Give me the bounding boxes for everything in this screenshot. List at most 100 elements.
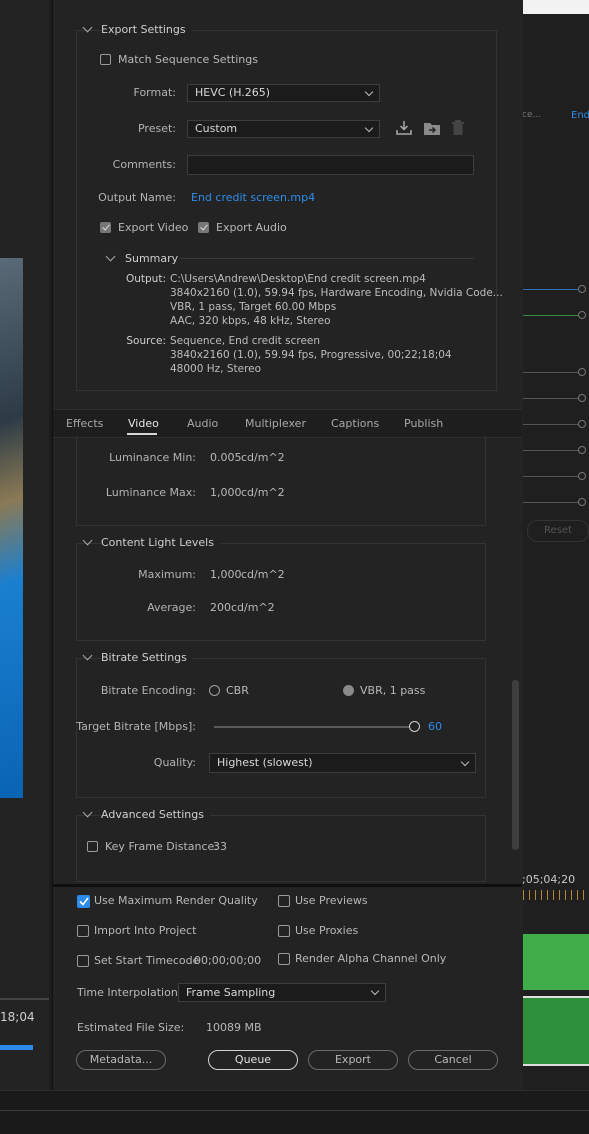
- chevron-down-icon: [370, 986, 380, 996]
- tab-effects[interactable]: Effects: [66, 417, 103, 430]
- timeline-tab-end[interactable]: End: [571, 110, 589, 121]
- bitrate-encoding-label: Bitrate Encoding:: [100, 684, 196, 697]
- delete-preset-icon[interactable]: [451, 120, 465, 136]
- preset-dropdown[interactable]: Custom: [187, 120, 380, 138]
- effect-slider[interactable]: [523, 424, 579, 425]
- export-settings-title: Export Settings: [101, 23, 192, 36]
- cancel-button[interactable]: Cancel: [408, 1050, 498, 1070]
- use-proxies-label: Use Proxies: [295, 924, 359, 937]
- effect-slider[interactable]: [523, 398, 579, 399]
- target-bitrate-value[interactable]: 60: [428, 720, 442, 733]
- audio-clip[interactable]: [523, 934, 589, 990]
- render-alpha-checkbox[interactable]: [278, 953, 290, 965]
- scrollbar-thumb[interactable]: [512, 680, 519, 850]
- bitrate-title: Bitrate Settings: [101, 651, 193, 664]
- effect-slider-knob[interactable]: [578, 472, 586, 480]
- set-start-timecode-checkbox[interactable]: [77, 955, 89, 967]
- quality-dropdown[interactable]: Highest (slowest): [209, 753, 476, 773]
- time-interpolation-dropdown[interactable]: Frame Sampling: [178, 983, 386, 1002]
- summary-source-line: Sequence, End credit screen: [170, 335, 321, 347]
- max-value[interactable]: 1,000: [210, 568, 242, 581]
- export-button[interactable]: Export: [308, 1050, 398, 1070]
- summary-source-line: 3840x2160 (1.0), 59.94 fps, Progressive,…: [170, 349, 452, 361]
- file-size-label: Estimated File Size:: [77, 1021, 185, 1034]
- advanced-title: Advanced Settings: [101, 808, 210, 821]
- key-frame-checkbox[interactable]: [87, 841, 98, 852]
- luminance-min-value[interactable]: 0.005: [210, 451, 242, 464]
- target-bitrate-slider[interactable]: [214, 726, 414, 728]
- playback-progress: [0, 1045, 33, 1050]
- tab-captions[interactable]: Captions: [331, 417, 379, 430]
- effect-slider[interactable]: [523, 372, 579, 373]
- reset-button[interactable]: Reset: [527, 520, 589, 542]
- luminance-min-unit: cd/m^2: [241, 451, 285, 464]
- tab-multiplexer[interactable]: Multiplexer: [245, 417, 306, 430]
- average-unit: cd/m^2: [231, 601, 275, 614]
- comments-input[interactable]: [187, 155, 474, 175]
- metadata-button[interactable]: Metadata...: [76, 1050, 166, 1070]
- divider: [52, 884, 522, 887]
- effect-slider[interactable]: [523, 502, 579, 503]
- export-audio-checkbox[interactable]: [198, 222, 209, 233]
- tab-publish[interactable]: Publish: [404, 417, 443, 430]
- luminance-panel: [76, 436, 486, 526]
- start-timecode-value[interactable]: 00;00;00;00: [194, 954, 261, 967]
- effect-slider[interactable]: [523, 315, 579, 316]
- effect-slider-knob[interactable]: [578, 498, 586, 506]
- effect-slider-knob[interactable]: [578, 420, 586, 428]
- format-dropdown[interactable]: HEVC (H.265): [187, 84, 380, 102]
- use-previews-checkbox[interactable]: [278, 895, 290, 907]
- tab-audio[interactable]: Audio: [187, 417, 218, 430]
- summary-title: Summary: [125, 252, 179, 265]
- content-light-title: Content Light Levels: [101, 536, 220, 549]
- video-preview: [0, 258, 23, 798]
- tab-video[interactable]: Video: [128, 417, 159, 430]
- effect-slider-knob[interactable]: [578, 311, 586, 319]
- target-bitrate-label: Target Bitrate [Mbps]:: [76, 720, 196, 733]
- use-max-render-label: Use Maximum Render Quality: [94, 894, 258, 907]
- vbr-radio[interactable]: [343, 685, 354, 696]
- use-proxies-checkbox[interactable]: [278, 925, 290, 937]
- output-name-link[interactable]: End credit screen.mp4: [191, 191, 315, 204]
- divider: [0, 998, 49, 1000]
- time-interpolation-value: Frame Sampling: [186, 986, 276, 999]
- effect-slider[interactable]: [523, 289, 579, 290]
- timeline-tab-short[interactable]: ce...: [522, 110, 541, 120]
- format-value: HEVC (H.265): [195, 86, 271, 99]
- chevron-down-icon: [364, 87, 374, 97]
- status-bar: [0, 1090, 589, 1134]
- export-video-label: Export Video: [118, 221, 189, 234]
- luminance-min-label: Luminance Min:: [109, 451, 196, 464]
- divider: [180, 258, 474, 259]
- effect-slider-knob[interactable]: [578, 394, 586, 402]
- luminance-max-unit: cd/m^2: [241, 486, 285, 499]
- cbr-radio[interactable]: [209, 685, 220, 696]
- target-bitrate-knob[interactable]: [409, 721, 420, 732]
- comments-label: Comments:: [112, 158, 176, 171]
- effect-slider[interactable]: [523, 476, 579, 477]
- match-sequence-label: Match Sequence Settings: [118, 53, 258, 66]
- effect-slider-knob[interactable]: [578, 368, 586, 376]
- key-frame-value[interactable]: 33: [213, 840, 227, 853]
- audio-clip[interactable]: [523, 996, 589, 1066]
- effect-slider[interactable]: [523, 450, 579, 451]
- export-video-checkbox[interactable]: [100, 222, 111, 233]
- average-value[interactable]: 200: [210, 601, 231, 614]
- import-project-label: Import Into Project: [94, 924, 197, 937]
- queue-button[interactable]: Queue: [208, 1050, 298, 1070]
- set-start-timecode-label: Set Start Timecode: [94, 954, 200, 967]
- playhead-timecode: 18;04: [0, 1010, 35, 1024]
- import-project-checkbox[interactable]: [77, 925, 89, 937]
- timeline-timecode: ;05;04;20: [522, 873, 576, 886]
- check-icon: [79, 897, 89, 906]
- timeline-ruler[interactable]: [523, 890, 589, 900]
- luminance-max-value[interactable]: 1,000: [210, 486, 242, 499]
- match-sequence-checkbox[interactable]: [100, 54, 111, 65]
- timeline-panel: [523, 0, 589, 1090]
- effect-slider-knob[interactable]: [578, 285, 586, 293]
- active-tab-indicator: [127, 433, 157, 435]
- content-light-panel: [76, 543, 486, 641]
- effect-slider-knob[interactable]: [578, 446, 586, 454]
- save-preset-icon[interactable]: [395, 120, 413, 136]
- import-preset-icon[interactable]: [423, 120, 441, 136]
